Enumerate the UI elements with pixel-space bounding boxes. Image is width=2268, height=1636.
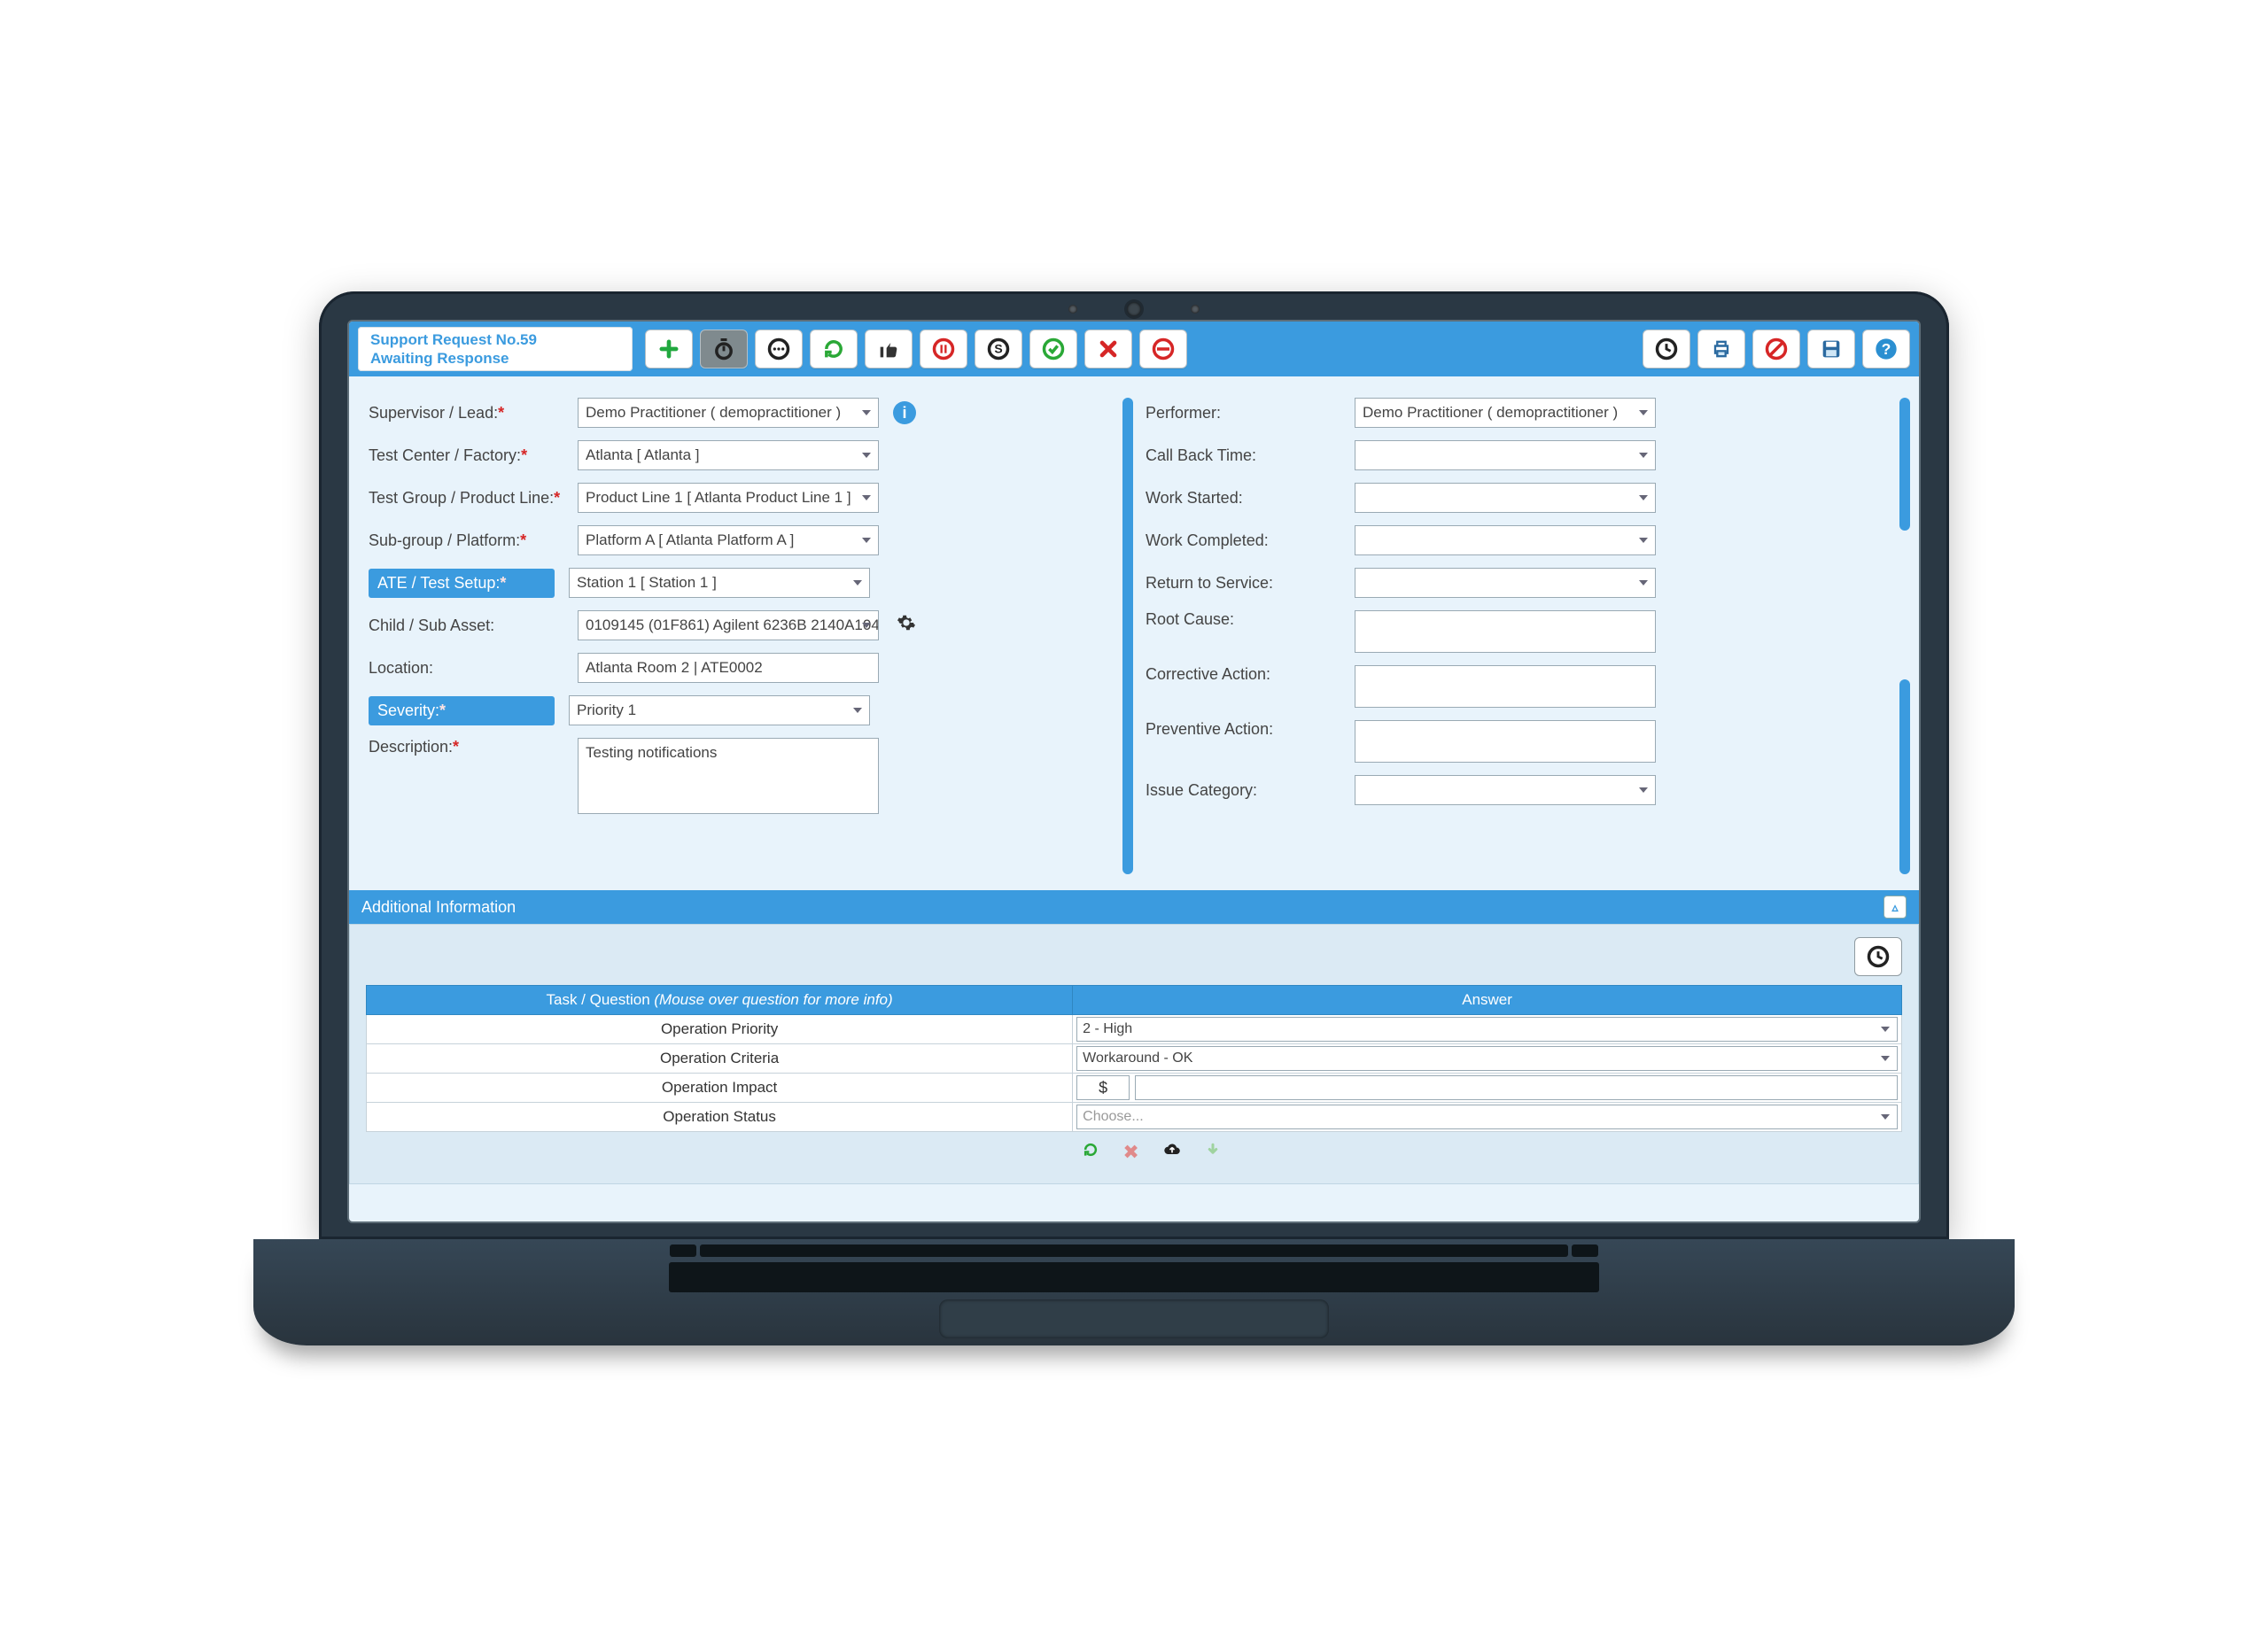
form-right-column: Performer: Demo Practitioner ( demopract… xyxy=(1146,398,1899,878)
ticket-title: Support Request No.59 xyxy=(370,330,620,349)
ticket-status-box: Support Request No.59 Awaiting Response xyxy=(358,327,633,372)
toolbar-left: S xyxy=(645,327,1187,372)
child-label: Child / Sub Asset: xyxy=(369,616,563,635)
laptop-mockup: Support Request No.59 Awaiting Response xyxy=(319,291,1949,1345)
pause-button[interactable] xyxy=(920,330,967,368)
supervisor-select[interactable]: Demo Practitioner ( demopractitioner ) xyxy=(578,398,879,428)
right-scroll-top[interactable] xyxy=(1899,398,1910,531)
preventive-field[interactable] xyxy=(1355,720,1656,763)
location-field[interactable]: Atlanta Room 2 | ATE0002 xyxy=(578,653,879,683)
approve-button[interactable] xyxy=(1029,330,1077,368)
supervisor-label: Supervisor / Lead:* xyxy=(369,404,563,423)
row-download-icon[interactable] xyxy=(1202,1141,1223,1164)
issuecat-label: Issue Category: xyxy=(1146,781,1340,800)
row-action-bar: ✖ xyxy=(1073,1132,1902,1164)
ticket-status: Awaiting Response xyxy=(370,349,620,368)
performer-label: Performer: xyxy=(1146,404,1340,423)
th-answer: Answer xyxy=(1073,986,1902,1015)
help-button[interactable]: ? xyxy=(1862,330,1910,368)
left-scroll-indicator[interactable] xyxy=(1122,398,1133,874)
group-label: Test Group / Product Line:* xyxy=(369,489,563,508)
deny-button[interactable] xyxy=(1139,330,1187,368)
callback-select[interactable] xyxy=(1355,440,1656,470)
child-select[interactable]: 0109145 (01F861) Agilent 6236B 2140A1047… xyxy=(578,610,879,640)
location-label: Location: xyxy=(369,659,563,678)
additional-info-title: Additional Information xyxy=(361,898,516,917)
row-delete-icon[interactable]: ✖ xyxy=(1121,1141,1142,1164)
history-button[interactable] xyxy=(1643,330,1690,368)
ate-label: ATE / Test Setup:* xyxy=(369,569,555,598)
more-button[interactable] xyxy=(755,330,803,368)
table-row: Operation Priority 2 - High xyxy=(367,1015,1902,1044)
workcomplete-select[interactable] xyxy=(1355,525,1656,555)
q-operation-priority: Operation Priority xyxy=(367,1015,1073,1044)
webcam-row xyxy=(1068,302,1200,316)
center-label: Test Center / Factory:* xyxy=(369,446,563,465)
band-collapse-button[interactable]: ▵ xyxy=(1884,896,1907,919)
timer-button[interactable] xyxy=(700,330,748,368)
subgroup-label: Sub-group / Platform:* xyxy=(369,531,563,550)
preventive-label: Preventive Action: xyxy=(1146,720,1340,739)
currency-symbol: $ xyxy=(1076,1075,1130,1100)
add-button[interactable] xyxy=(645,330,693,368)
save-button[interactable] xyxy=(1807,330,1855,368)
group-select[interactable]: Product Line 1 [ Atlanta Product Line 1 … xyxy=(578,483,879,513)
ate-select[interactable]: Station 1 [ Station 1 ] xyxy=(569,568,870,598)
return-select[interactable] xyxy=(1355,568,1656,598)
refresh-button[interactable] xyxy=(810,330,858,368)
rootcause-field[interactable] xyxy=(1355,610,1656,653)
corrective-label: Corrective Action: xyxy=(1146,665,1340,684)
answer-priority-select[interactable]: 2 - High xyxy=(1076,1017,1898,1042)
return-label: Return to Service: xyxy=(1146,574,1340,593)
rootcause-label: Root Cause: xyxy=(1146,610,1340,629)
severity-select[interactable]: Priority 1 xyxy=(569,695,870,725)
severity-label: Severity:* xyxy=(369,696,555,725)
thumbsup-button[interactable] xyxy=(865,330,913,368)
app-header: Support Request No.59 Awaiting Response xyxy=(349,322,1919,377)
additional-info-band: Additional Information ▵ xyxy=(349,890,1919,924)
right-scroll-bottom[interactable] xyxy=(1899,679,1910,874)
supervisor-info-icon[interactable]: i xyxy=(893,401,916,424)
answer-criteria-select[interactable]: Workaround - OK xyxy=(1076,1046,1898,1071)
subgroup-select[interactable]: Platform A [ Atlanta Platform A ] xyxy=(578,525,879,555)
q-operation-criteria: Operation Criteria xyxy=(367,1044,1073,1074)
toolbar-right: ? xyxy=(1643,327,1910,372)
issuecat-select[interactable] xyxy=(1355,775,1656,805)
svg-text:?: ? xyxy=(1882,340,1891,358)
workstart-label: Work Started: xyxy=(1146,489,1340,508)
row-refresh-icon[interactable] xyxy=(1080,1141,1101,1164)
workcomplete-label: Work Completed: xyxy=(1146,531,1340,550)
corrective-field[interactable] xyxy=(1355,665,1656,708)
laptop-base xyxy=(253,1239,2014,1345)
table-row: Operation Status Choose... xyxy=(367,1103,1902,1132)
answer-status-select[interactable]: Choose... xyxy=(1076,1105,1898,1129)
q-operation-status: Operation Status xyxy=(367,1103,1073,1132)
th-task: Task / Question (Mouse over question for… xyxy=(367,986,1073,1015)
center-select[interactable]: Atlanta [ Atlanta ] xyxy=(578,440,879,470)
print-button[interactable] xyxy=(1697,330,1745,368)
reject-button[interactable] xyxy=(1084,330,1132,368)
table-row: Operation Criteria Workaround - OK xyxy=(367,1044,1902,1074)
cancel-button[interactable] xyxy=(1752,330,1800,368)
laptop-bezel: Support Request No.59 Awaiting Response xyxy=(319,291,1949,1239)
performer-select[interactable]: Demo Practitioner ( demopractitioner ) xyxy=(1355,398,1656,428)
cost-button[interactable]: S xyxy=(975,330,1022,368)
callback-label: Call Back Time: xyxy=(1146,446,1340,465)
impact-amount-input[interactable] xyxy=(1135,1075,1898,1100)
app-screen: Support Request No.59 Awaiting Response xyxy=(347,320,1921,1223)
child-settings-icon[interactable] xyxy=(893,613,916,638)
workstart-select[interactable] xyxy=(1355,483,1656,513)
additional-info-table: Task / Question (Mouse over question for… xyxy=(366,985,1902,1132)
description-label: Description:* xyxy=(369,738,563,756)
additional-info-body: Task / Question (Mouse over question for… xyxy=(349,924,1919,1184)
additional-history-button[interactable] xyxy=(1854,937,1902,976)
form-left-column: Supervisor / Lead:* Demo Practitioner ( … xyxy=(369,398,1122,878)
q-operation-impact: Operation Impact xyxy=(367,1074,1073,1103)
form-area: Supervisor / Lead:* Demo Practitioner ( … xyxy=(349,376,1919,890)
table-row: Operation Impact $ xyxy=(367,1074,1902,1103)
description-field[interactable]: Testing notifications xyxy=(578,738,879,814)
svg-text:S: S xyxy=(994,341,1002,355)
row-upload-icon[interactable] xyxy=(1161,1141,1183,1164)
